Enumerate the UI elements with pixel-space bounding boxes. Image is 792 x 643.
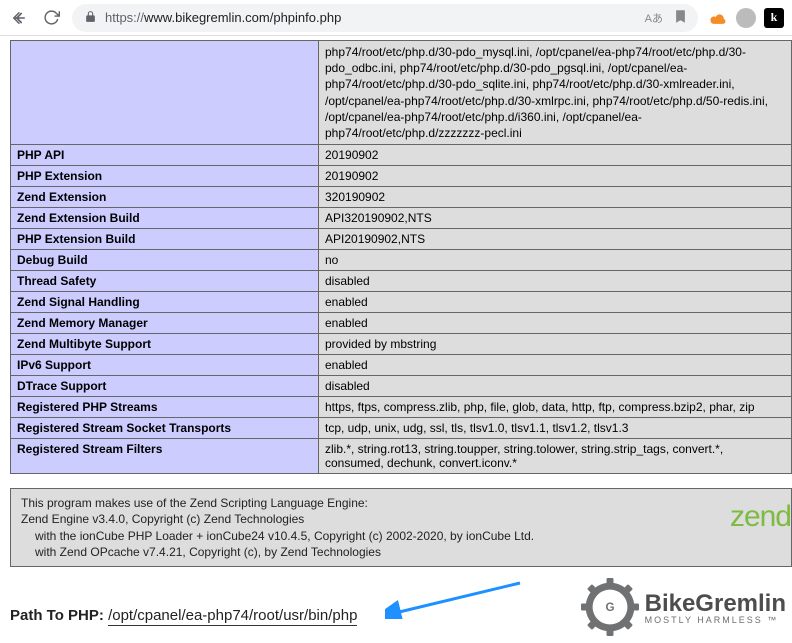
table-value: zlib.*, string.rot13, string.toupper, st… — [319, 439, 792, 474]
table-row: Zend Memory Managerenabled — [11, 313, 792, 334]
table-row: Zend Extension320190902 — [11, 187, 792, 208]
table-value: enabled — [319, 292, 792, 313]
table-value: 20190902 — [319, 166, 792, 187]
table-label: Registered Stream Socket Transports — [11, 418, 319, 439]
back-button[interactable] — [8, 7, 30, 29]
phpinfo-table: php74/root/etc/php.d/30-pdo_mysql.ini, /… — [10, 40, 792, 474]
table-label: PHP API — [11, 145, 319, 166]
extension-cloudflare-icon[interactable] — [708, 8, 728, 28]
table-label: Registered PHP Streams — [11, 397, 319, 418]
table-value: disabled — [319, 271, 792, 292]
table-label — [11, 41, 319, 145]
table-row: php74/root/etc/php.d/30-pdo_mysql.ini, /… — [11, 41, 792, 145]
table-label: Debug Build — [11, 250, 319, 271]
table-value: no — [319, 250, 792, 271]
table-label: DTrace Support — [11, 376, 319, 397]
table-row: IPv6 Supportenabled — [11, 355, 792, 376]
reload-button[interactable] — [40, 7, 62, 29]
address-bar[interactable]: https://www.bikegremlin.com/phpinfo.php … — [72, 4, 698, 32]
table-row: Thread Safetydisabled — [11, 271, 792, 292]
table-value: enabled — [319, 313, 792, 334]
table-row: DTrace Supportdisabled — [11, 376, 792, 397]
table-label: Zend Extension — [11, 187, 319, 208]
table-row: Debug Buildno — [11, 250, 792, 271]
footer-line: Zend Engine v3.4.0, Copyright (c) Zend T… — [21, 511, 781, 527]
table-label: Registered Stream Filters — [11, 439, 319, 474]
table-label: PHP Extension Build — [11, 229, 319, 250]
path-label: Path To PHP: — [10, 607, 108, 624]
browser-chrome: https://www.bikegremlin.com/phpinfo.php … — [0, 0, 792, 36]
table-value: enabled — [319, 355, 792, 376]
table-row: PHP Extension BuildAPI20190902,NTS — [11, 229, 792, 250]
lock-icon — [84, 10, 97, 26]
translate-icon[interactable]: Aあ — [645, 10, 663, 26]
gear-icon: G — [581, 578, 639, 639]
bikegremlin-text: BikeGremlin MOSTLY HARMLESS ™ — [645, 592, 786, 625]
table-label: Zend Signal Handling — [11, 292, 319, 313]
table-value: tcp, udp, unix, udg, ssl, tls, tlsv1.0, … — [319, 418, 792, 439]
table-value: disabled — [319, 376, 792, 397]
table-label: IPv6 Support — [11, 355, 319, 376]
zend-logo: zend — [730, 497, 791, 538]
footer-line: This program makes use of the Zend Scrip… — [21, 495, 781, 511]
table-label: Zend Extension Build — [11, 208, 319, 229]
table-label: Zend Memory Manager — [11, 313, 319, 334]
table-label: PHP Extension — [11, 166, 319, 187]
table-row: Registered Stream Socket Transportstcp, … — [11, 418, 792, 439]
url-text: https://www.bikegremlin.com/phpinfo.php — [105, 10, 637, 25]
table-value: 320190902 — [319, 187, 792, 208]
table-row: Zend Multibyte Supportprovided by mbstri… — [11, 334, 792, 355]
table-row: PHP API20190902 — [11, 145, 792, 166]
footer-line: with Zend OPcache v7.4.21, Copyright (c)… — [21, 544, 781, 560]
svg-text:G: G — [605, 601, 614, 614]
extension-icons: k — [708, 8, 784, 28]
bikegremlin-logo: G BikeGremlin MOSTLY HARMLESS ™ — [581, 578, 786, 639]
footer-line: with the ionCube PHP Loader + ionCube24 … — [21, 528, 781, 544]
table-row: Registered PHP Streamshttps, ftps, compr… — [11, 397, 792, 418]
page-content: php74/root/etc/php.d/30-pdo_mysql.ini, /… — [0, 36, 792, 643]
table-value: php74/root/etc/php.d/30-pdo_mysql.ini, /… — [319, 41, 792, 145]
table-value: API20190902,NTS — [319, 229, 792, 250]
bookmark-icon[interactable] — [673, 9, 688, 27]
extension-grey-icon[interactable] — [736, 8, 756, 28]
table-row: Registered Stream Filterszlib.*, string.… — [11, 439, 792, 474]
table-value: 20190902 — [319, 145, 792, 166]
table-label: Thread Safety — [11, 271, 319, 292]
table-row: PHP Extension20190902 — [11, 166, 792, 187]
table-value: provided by mbstring — [319, 334, 792, 355]
table-value: API320190902,NTS — [319, 208, 792, 229]
extension-k-icon[interactable]: k — [764, 8, 784, 28]
zend-footer: This program makes use of the Zend Scrip… — [10, 488, 792, 567]
path-value: /opt/cpanel/ea-php74/root/usr/bin/php — [108, 607, 357, 626]
table-row: Zend Signal Handlingenabled — [11, 292, 792, 313]
table-value: https, ftps, compress.zlib, php, file, g… — [319, 397, 792, 418]
table-label: Zend Multibyte Support — [11, 334, 319, 355]
table-row: Zend Extension BuildAPI320190902,NTS — [11, 208, 792, 229]
